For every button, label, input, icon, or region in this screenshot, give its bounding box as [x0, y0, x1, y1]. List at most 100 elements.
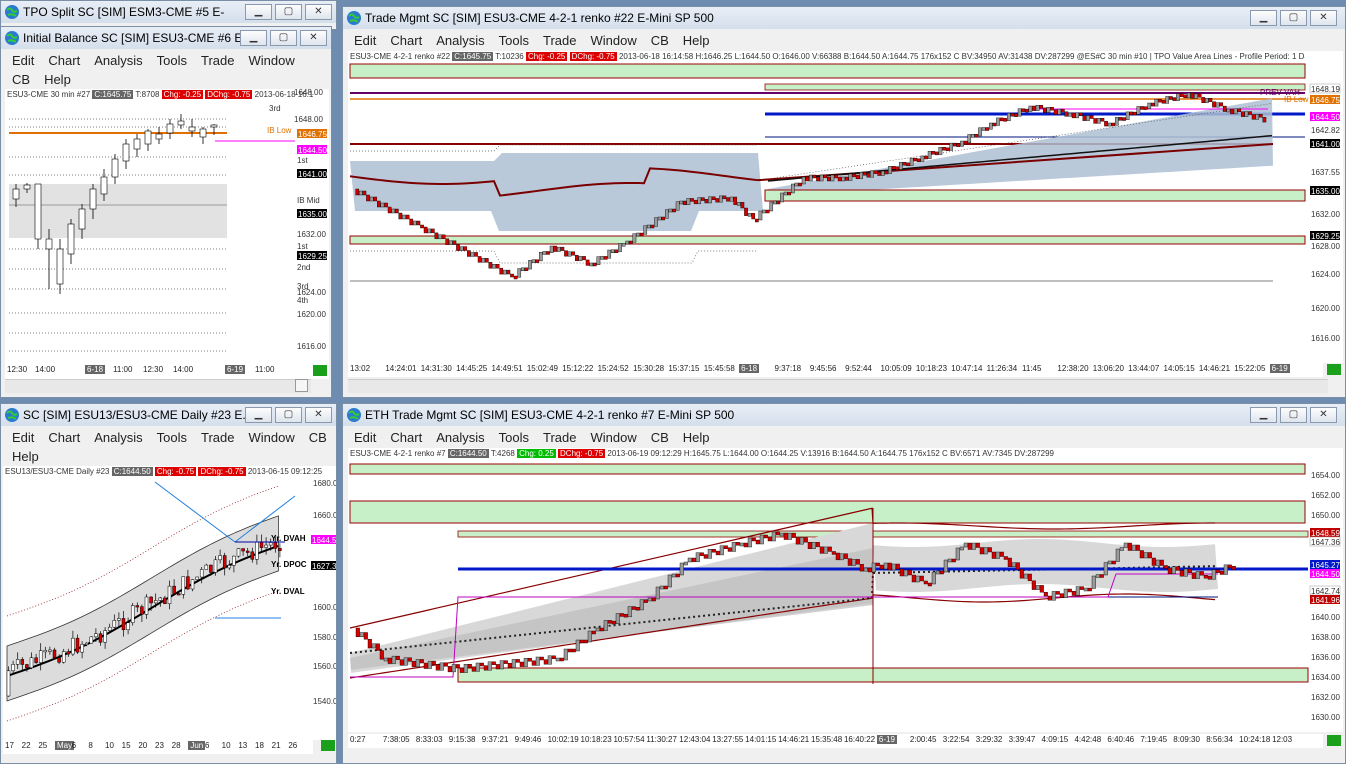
- renko-down: [1179, 93, 1184, 97]
- menu-cb[interactable]: CB: [302, 428, 334, 447]
- menu-help[interactable]: Help: [676, 31, 717, 50]
- xtick: 4:09:15: [1041, 735, 1069, 744]
- renko-down: [564, 250, 568, 257]
- renko-down: [919, 575, 924, 582]
- renko-up: [587, 630, 592, 643]
- renko-down: [917, 158, 921, 162]
- trade-mgmt-titlebar[interactable]: Trade Mgmt SC [SIM] ESU3-CME 4-2-1 renko…: [343, 7, 1345, 29]
- menu-edit[interactable]: Edit: [5, 428, 41, 447]
- renko-up: [1223, 564, 1228, 575]
- menu-trade[interactable]: Trade: [536, 428, 583, 447]
- renko-down: [583, 639, 588, 644]
- trade-chart-area[interactable]: ESU3-CME 4-2-1 renko #22 C:1645.75 T:102…: [348, 51, 1343, 363]
- minimize-button[interactable]: ▁: [245, 4, 272, 20]
- menu-tools[interactable]: Tools: [492, 428, 536, 447]
- renko-up: [1007, 113, 1011, 122]
- candle-up: [255, 541, 259, 560]
- menu-cb[interactable]: CB: [644, 31, 676, 50]
- menu-edit[interactable]: Edit: [5, 51, 41, 70]
- daily-window[interactable]: SC [SIM] ESU13/ESU3-CME Daily #23 E... ▁…: [0, 403, 337, 764]
- menu-analysis[interactable]: Analysis: [429, 31, 491, 50]
- menu-cb[interactable]: CB: [644, 428, 676, 447]
- renko-down: [483, 665, 488, 671]
- renko-down: [823, 174, 828, 179]
- renko-down: [1237, 108, 1242, 113]
- trade-mgmt-window[interactable]: Trade Mgmt SC [SIM] ESU3-CME 4-2-1 renko…: [342, 6, 1346, 398]
- trade-horizontal-scrollbar[interactable]: [348, 379, 1328, 393]
- eth-chart-area[interactable]: ESU3-CME 4-2-1 renko #7 C:1644.50 T:4268…: [348, 448, 1343, 732]
- renko-up: [883, 562, 888, 570]
- menu-analysis[interactable]: Analysis: [87, 51, 149, 70]
- menu-window[interactable]: Window: [583, 428, 643, 447]
- menu-window[interactable]: Window: [241, 428, 301, 447]
- renko-down: [1139, 550, 1144, 559]
- candle-up: [181, 576, 186, 595]
- eth-trade-titlebar[interactable]: ETH Trade Mgmt SC [SIM] ESU3-CME 4-2-1 r…: [343, 404, 1345, 426]
- renko-down: [455, 664, 460, 669]
- daily-chart-area[interactable]: ESU13/ESU3-CME Daily #23 C:1644.50 Chg: …: [3, 466, 336, 740]
- menu-window[interactable]: Window: [583, 31, 643, 50]
- renko-down: [1163, 565, 1168, 569]
- menu-chart[interactable]: Chart: [383, 428, 429, 447]
- maximize-button[interactable]: ▢: [1280, 407, 1307, 423]
- menu-tools[interactable]: Tools: [150, 428, 194, 447]
- minimize-button[interactable]: ▁: [240, 30, 267, 46]
- menu-help[interactable]: Help: [37, 70, 78, 89]
- renko-down: [405, 214, 410, 220]
- renko-up: [556, 246, 561, 252]
- close-button[interactable]: ✕: [305, 407, 332, 423]
- menu-chart[interactable]: Chart: [383, 31, 429, 50]
- renko-up: [1097, 118, 1101, 124]
- trade-price-label: 1628.00: [1311, 242, 1340, 251]
- ib-horizontal-scrollbar[interactable]: [5, 379, 311, 393]
- renko-down: [956, 143, 961, 147]
- menu-chart[interactable]: Chart: [41, 51, 87, 70]
- candle-up: [89, 188, 97, 210]
- menu-help[interactable]: Help: [676, 428, 717, 447]
- trade-value-band: [350, 98, 1273, 231]
- menu-trade[interactable]: Trade: [194, 428, 241, 447]
- renko-up: [647, 224, 651, 229]
- renko-up: [981, 127, 986, 131]
- maximize-button[interactable]: ▢: [1280, 10, 1307, 26]
- renko-down: [895, 563, 900, 570]
- ib-scroll-button[interactable]: [295, 379, 308, 392]
- renko-up: [729, 196, 734, 202]
- menu-cb[interactable]: CB: [5, 70, 37, 89]
- maximize-button[interactable]: ▢: [275, 407, 302, 423]
- menu-analysis[interactable]: Analysis: [429, 428, 491, 447]
- renko-down: [384, 202, 388, 208]
- menu-chart[interactable]: Chart: [41, 428, 87, 447]
- renko-up: [989, 122, 993, 130]
- eth-zone: [349, 463, 1306, 475]
- close-button[interactable]: ✕: [1310, 407, 1337, 423]
- renko-down: [887, 562, 892, 571]
- menu-analysis[interactable]: Analysis: [87, 428, 149, 447]
- menu-trade[interactable]: Trade: [194, 51, 241, 70]
- maximize-button[interactable]: ▢: [275, 4, 302, 20]
- menu-trade[interactable]: Trade: [536, 31, 583, 50]
- menu-edit[interactable]: Edit: [347, 31, 383, 50]
- eth-trade-window[interactable]: ETH Trade Mgmt SC [SIM] ESU3-CME 4-2-1 r…: [342, 403, 1346, 764]
- xtick: 6: [205, 741, 210, 750]
- minimize-button[interactable]: ▁: [245, 407, 272, 423]
- renko-up: [639, 599, 644, 611]
- initial-balance-window[interactable]: Initial Balance SC [SIM] ESU3-CME #6 E- …: [0, 26, 332, 398]
- renko-down: [975, 542, 980, 548]
- menu-tools[interactable]: Tools: [150, 51, 194, 70]
- renko-down: [591, 630, 596, 635]
- minimize-button[interactable]: ▁: [1250, 10, 1277, 26]
- renko-up: [679, 200, 684, 205]
- ib-range-shade: [9, 184, 227, 238]
- close-button[interactable]: ✕: [1310, 10, 1337, 26]
- menu-window[interactable]: Window: [241, 51, 301, 70]
- menu-tools[interactable]: Tools: [492, 31, 536, 50]
- close-button[interactable]: ✕: [305, 4, 332, 20]
- close-button[interactable]: ✕: [300, 30, 327, 46]
- ib-chart-area[interactable]: ESU3-CME 30 min #27 C:1645.75 T:8708 Chg…: [5, 89, 329, 365]
- candle-down: [278, 548, 282, 551]
- menu-edit[interactable]: Edit: [347, 428, 383, 447]
- minimize-button[interactable]: ▁: [1250, 407, 1277, 423]
- maximize-button[interactable]: ▢: [270, 30, 297, 46]
- menu-help[interactable]: Help: [5, 447, 46, 466]
